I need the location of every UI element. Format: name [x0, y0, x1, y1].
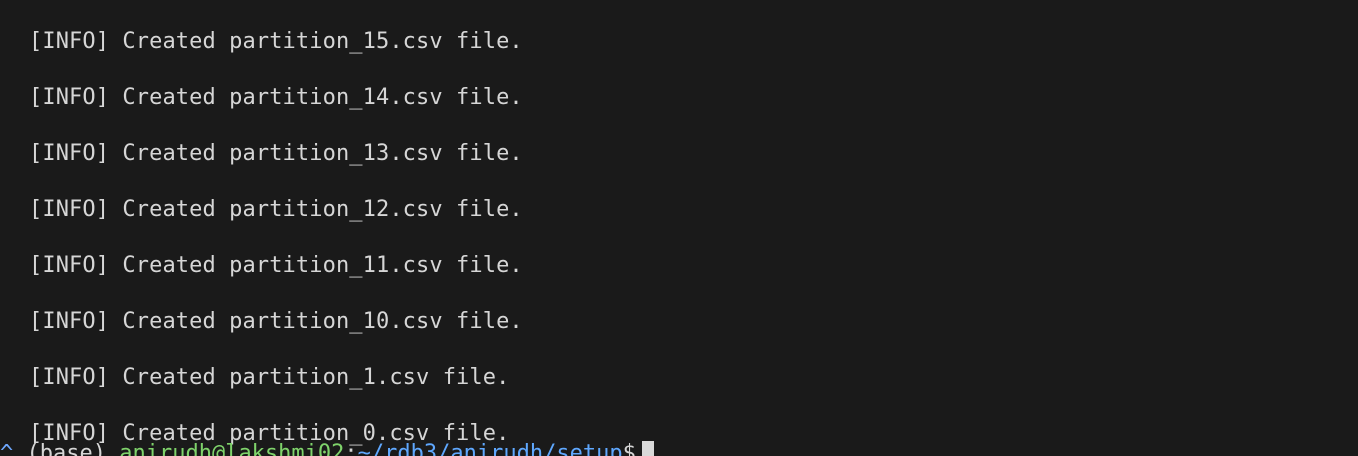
terminal-window[interactable]: [INFO] Created partition_15.csv file. [I… — [0, 0, 1358, 456]
text-cursor[interactable] — [641, 441, 654, 456]
log-line: [INFO] Created partition_10.csv file. — [29, 309, 523, 334]
log-line: [INFO] Created partition_15.csv file. — [29, 29, 523, 54]
log-line: [INFO] Created partition_1.csv file. — [29, 365, 510, 390]
log-line: [INFO] Created partition_13.csv file. — [29, 141, 523, 166]
prompt-caret: ^ — [0, 441, 14, 456]
shell-prompt[interactable]: ^ (base) anirudh@lakshmi02:~/rdb3/anirud… — [0, 440, 654, 456]
prompt-env: (base) — [26, 441, 106, 456]
prompt-symbol: $ — [622, 441, 636, 456]
prompt-user-host: anirudh@lakshmi02 — [119, 441, 345, 456]
log-line: [INFO] Created partition_12.csv file. — [29, 197, 523, 222]
log-line: [INFO] Created partition_14.csv file. — [29, 85, 523, 110]
prompt-path: ~/rdb3/anirudh/setup — [357, 441, 623, 456]
log-line: [INFO] Created partition_11.csv file. — [29, 253, 523, 278]
